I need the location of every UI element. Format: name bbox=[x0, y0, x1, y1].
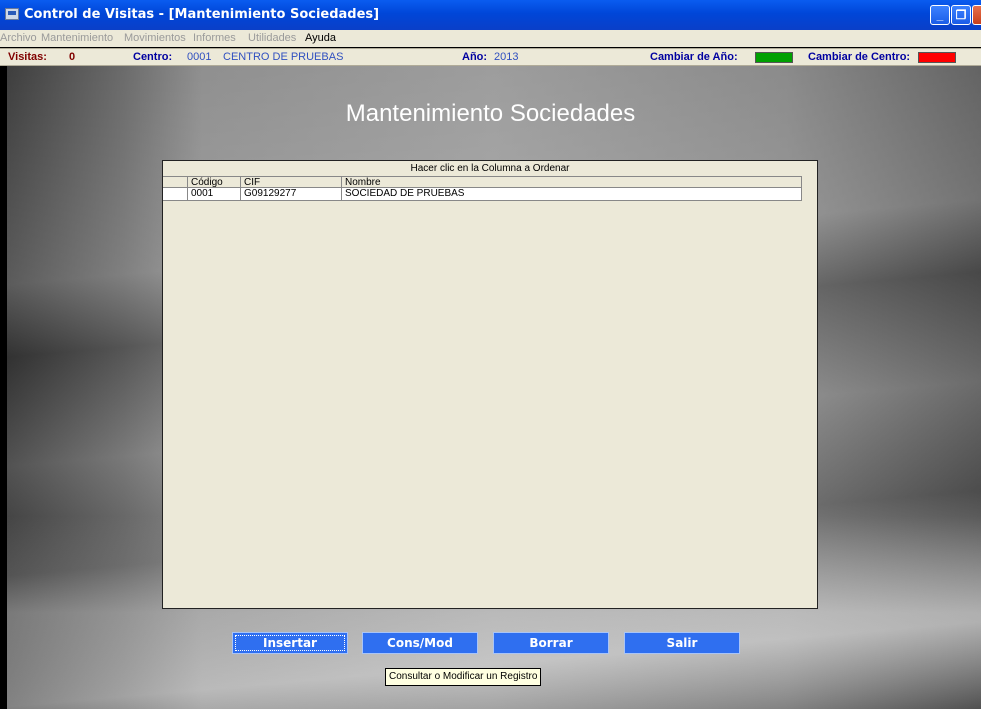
window-title: Control de Visitas - [Mantenimiento Soci… bbox=[24, 7, 380, 22]
menu-movimientos: Movimientos bbox=[124, 32, 186, 44]
menu-ayuda[interactable]: Ayuda bbox=[305, 32, 336, 44]
consmod-button[interactable]: Cons/Mod bbox=[362, 632, 478, 654]
menu-bar: Archivo Mantenimiento Movimientos Inform… bbox=[0, 30, 981, 47]
table-row[interactable]: 0001 G09129277 SOCIEDAD DE PRUEBAS bbox=[163, 188, 801, 201]
cambiar-anio-button[interactable] bbox=[755, 52, 793, 63]
cambiar-anio-label: Cambiar de Año: bbox=[650, 51, 738, 63]
close-icon[interactable] bbox=[972, 5, 981, 25]
cell-codigo[interactable]: 0001 bbox=[187, 188, 240, 200]
anio-label: Año: bbox=[462, 51, 488, 63]
cambiar-centro-button[interactable] bbox=[918, 52, 956, 63]
visitas-value: 0 bbox=[69, 51, 76, 63]
cell-nombre[interactable]: SOCIEDAD DE PRUEBAS bbox=[341, 188, 801, 200]
centro-label: Centro: bbox=[133, 51, 173, 63]
centro-name: CENTRO DE PRUEBAS bbox=[223, 51, 344, 63]
menu-utilidades: Utilidades bbox=[248, 32, 297, 44]
centro-code: 0001 bbox=[187, 51, 212, 63]
menu-mantenimiento: Mantenimiento bbox=[41, 32, 114, 44]
data-grid[interactable]: Hacer clic en la Columna a Ordenar Códig… bbox=[162, 160, 818, 609]
menu-archivo: Archivo bbox=[0, 32, 37, 44]
grid-right-border bbox=[801, 176, 802, 201]
grid-caption: Hacer clic en la Columna a Ordenar bbox=[410, 163, 570, 174]
app-icon[interactable] bbox=[5, 8, 19, 20]
grid-header-row: Código CIF Nombre bbox=[163, 176, 801, 189]
status-bar: Visitas: 0 Centro: 0001 CENTRO DE PRUEBA… bbox=[0, 48, 981, 66]
salir-button[interactable]: Salir bbox=[624, 632, 740, 654]
page-title: Mantenimiento Sociedades bbox=[345, 100, 636, 127]
title-bar[interactable]: Control de Visitas - [Mantenimiento Soci… bbox=[0, 0, 981, 30]
tooltip: Consultar o Modificar un Registro bbox=[385, 668, 542, 686]
borrar-button[interactable]: Borrar bbox=[493, 632, 609, 654]
anio-value: 2013 bbox=[494, 51, 519, 63]
restore-icon[interactable]: ❐ bbox=[951, 5, 971, 25]
cambiar-centro-label: Cambiar de Centro: bbox=[808, 51, 911, 63]
menu-informes: Informes bbox=[193, 32, 236, 44]
minimize-icon[interactable]: _ bbox=[930, 5, 950, 25]
insertar-button[interactable]: Insertar bbox=[232, 632, 348, 654]
cell-cif[interactable]: G09129277 bbox=[240, 188, 341, 200]
visitas-label: Visitas: bbox=[8, 51, 47, 63]
